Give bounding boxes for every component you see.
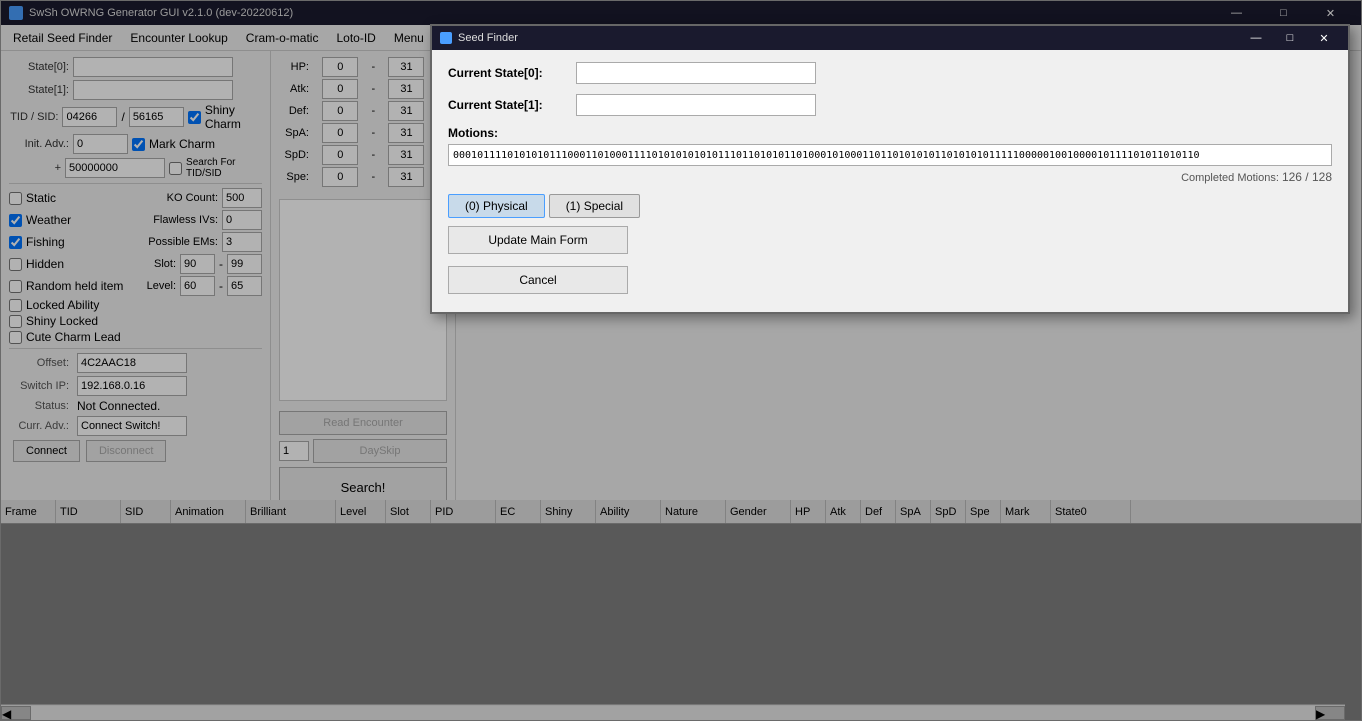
dialog-state1-label: Current State[1]: (448, 98, 568, 112)
tabs-area: (0) Physical (1) Special (448, 194, 1332, 218)
dialog-content: Current State[0]: Current State[1]: Moti… (432, 50, 1348, 312)
dialog-state0-input[interactable] (576, 62, 816, 84)
dialog-minimize-button[interactable]: — (1240, 28, 1272, 48)
tab-special[interactable]: (1) Special (549, 194, 640, 218)
cancel-button[interactable]: Cancel (448, 266, 628, 294)
completed-motions-value: 126 / 128 (1282, 170, 1332, 184)
dialog-title-left: Seed Finder (440, 32, 518, 44)
dialog-state0-row: Current State[0]: (448, 62, 1332, 84)
update-main-form-button[interactable]: Update Main Form (448, 226, 628, 254)
dialog-state1-input[interactable] (576, 94, 816, 116)
seed-finder-dialog: Seed Finder — □ ✕ Current State[0]: Curr… (430, 24, 1350, 314)
dialog-title-text: Seed Finder (458, 32, 518, 44)
action-buttons: Update Main Form Cancel (448, 226, 1332, 300)
dialog-icon (440, 32, 452, 44)
dialog-state0-label: Current State[0]: (448, 66, 568, 80)
dialog-maximize-button[interactable]: □ (1274, 28, 1306, 48)
tab-physical[interactable]: (0) Physical (448, 194, 545, 218)
motions-container: Completed Motions: 126 / 128 (448, 144, 1332, 166)
dialog-state1-row: Current State[1]: (448, 94, 1332, 116)
motions-input[interactable] (448, 144, 1332, 166)
dialog-title-bar: Seed Finder — □ ✕ (432, 26, 1348, 50)
dialog-close-button[interactable]: ✕ (1308, 28, 1340, 48)
motions-label: Motions: (448, 126, 1332, 140)
dialog-controls: — □ ✕ (1240, 28, 1340, 48)
completed-motions-label: Completed Motions: 126 / 128 (1181, 170, 1332, 184)
tab-row: (0) Physical (1) Special (448, 194, 1332, 218)
